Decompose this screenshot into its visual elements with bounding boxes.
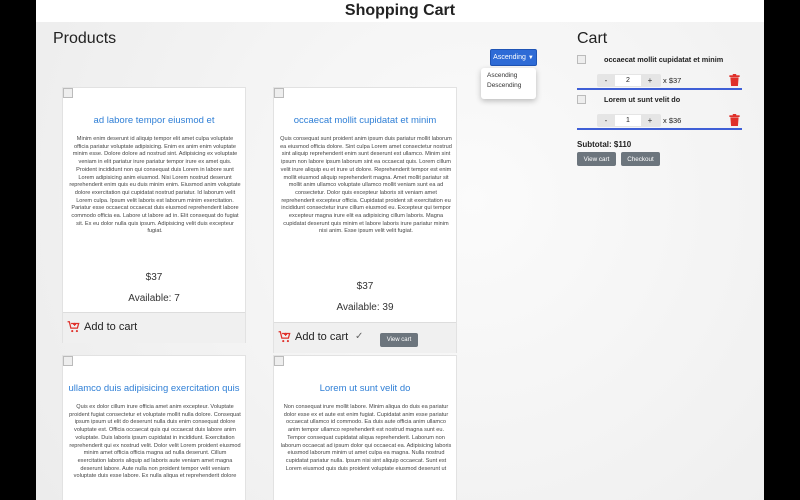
- sort-menu: Ascending Descending: [481, 68, 536, 99]
- product-description: Quis consequat sunt proident anim ipsum …: [280, 136, 452, 235]
- caret-down-icon: ▼: [527, 54, 534, 61]
- cart-item: Lorem ut sunt velit do - 1 + x $36: [577, 92, 742, 130]
- product-price: $37: [356, 281, 374, 292]
- decrement-button[interactable]: -: [597, 76, 615, 85]
- add-to-cart-label: Add to cart: [295, 331, 349, 343]
- cart-item-name: occaecat mollit cupidatat et minim: [604, 55, 724, 64]
- add-to-cart-label: Add to cart: [84, 321, 138, 333]
- quantity-stepper: - 1 +: [597, 114, 661, 127]
- add-to-cart-button[interactable]: Add to cart: [67, 320, 137, 334]
- product-availability: Available: 7: [128, 293, 180, 304]
- broken-image-icon: [63, 88, 73, 98]
- cart-heading: Cart: [577, 30, 608, 47]
- increment-button[interactable]: +: [641, 76, 659, 85]
- checkout-button[interactable]: Checkout: [621, 152, 660, 166]
- cart-item-price: x $37: [663, 76, 682, 85]
- trash-icon[interactable]: [729, 74, 740, 86]
- product-title[interactable]: Lorem ut sunt velit do: [274, 383, 456, 394]
- page-title: Shopping Cart: [344, 2, 456, 19]
- product-description: Quis ex dolor cillum irure officia amet …: [69, 404, 241, 480]
- broken-image-icon: [274, 356, 284, 366]
- product-title[interactable]: occaecat mollit cupidatat et minim: [274, 115, 456, 126]
- broken-image-icon: [577, 55, 586, 64]
- increment-button[interactable]: +: [641, 116, 659, 125]
- product-description: Non consequat irure mollit labore. Minim…: [280, 404, 452, 472]
- app-window: Shopping Cart Products Ascending ▼ Ascen…: [36, 0, 764, 500]
- product-description: Minim enim deserunt id aliquip tempor el…: [69, 136, 241, 235]
- cart-subtotal: Subtotal: $110: [577, 140, 632, 149]
- trash-icon[interactable]: [729, 114, 740, 126]
- quantity-stepper: - 2 +: [597, 74, 661, 87]
- product-card-footer: Add to cart: [63, 312, 245, 343]
- quantity-input[interactable]: 1: [615, 115, 641, 126]
- broken-image-icon: [63, 356, 73, 366]
- products-heading: Products: [53, 30, 117, 47]
- view-cart-button[interactable]: View cart: [380, 333, 418, 347]
- broken-image-icon: [274, 88, 284, 98]
- decrement-button[interactable]: -: [597, 116, 615, 125]
- broken-image-icon: [577, 95, 586, 104]
- product-card: Lorem ut sunt velit do Non consequat iru…: [273, 355, 457, 500]
- product-card: ad labore tempor eiusmod et Minim enim d…: [62, 87, 246, 343]
- product-price: $37: [145, 272, 163, 283]
- product-card: occaecat mollit cupidatat et minim Quis …: [273, 87, 457, 353]
- product-card: ullamco duis adipisicing exercitation qu…: [62, 355, 246, 500]
- cart-item-price: x $36: [663, 116, 682, 125]
- cart-item: occaecat mollit cupidatat et minim - 2 +…: [577, 52, 742, 90]
- sort-option-descending[interactable]: Descending: [481, 81, 536, 91]
- product-availability: Available: 39: [336, 302, 394, 313]
- quantity-input[interactable]: 2: [615, 75, 641, 86]
- check-icon: ✓: [355, 331, 364, 342]
- add-to-cart-button[interactable]: Add to cart: [278, 330, 348, 344]
- cart-add-icon: [278, 331, 291, 343]
- sort-button-label: Ascending: [493, 54, 526, 61]
- sort-dropdown: Ascending ▼ Ascending Descending: [481, 49, 537, 99]
- product-title[interactable]: ullamco duis adipisicing exercitation qu…: [63, 383, 245, 394]
- top-bar: Shopping Cart: [36, 0, 764, 22]
- sort-option-ascending[interactable]: Ascending: [481, 71, 536, 81]
- product-title[interactable]: ad labore tempor eiusmod et: [63, 115, 245, 126]
- sort-button[interactable]: Ascending ▼: [490, 49, 537, 66]
- product-card-footer: Add to cart ✓ View cart: [274, 322, 456, 353]
- view-cart-button[interactable]: View cart: [577, 152, 616, 166]
- cart-item-name: Lorem ut sunt velit do: [604, 95, 681, 104]
- cart-add-icon: [67, 321, 80, 333]
